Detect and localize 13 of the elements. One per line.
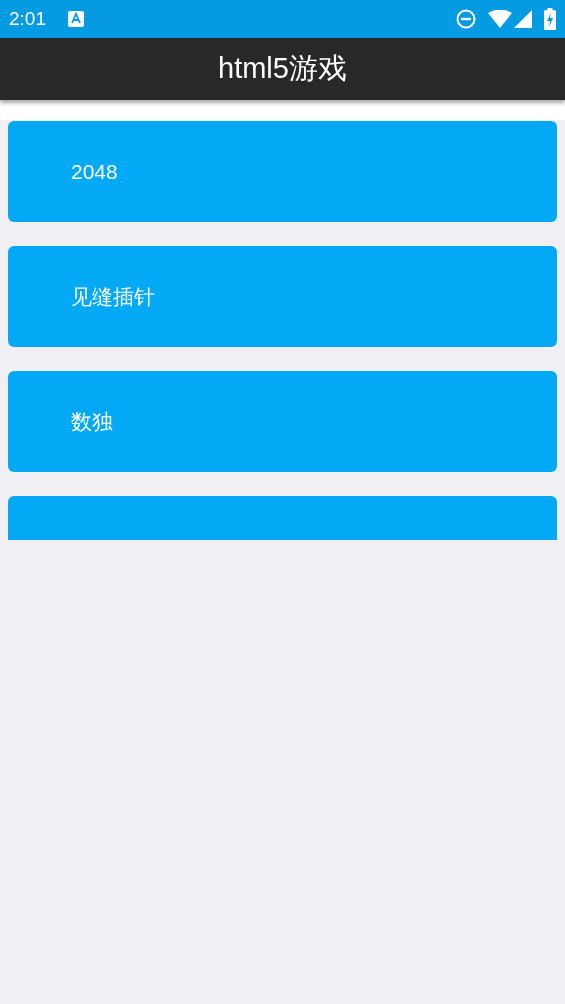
- game-title: 见缝插针: [71, 283, 155, 310]
- wifi-icon: [488, 10, 512, 28]
- notification-icon: [68, 11, 84, 27]
- do-not-disturb-icon: [456, 9, 476, 29]
- game-card[interactable]: 2048: [8, 121, 557, 222]
- app-title: html5游戏: [218, 51, 347, 87]
- game-card[interactable]: 数独: [8, 371, 557, 472]
- game-card[interactable]: 见缝插针: [8, 246, 557, 347]
- battery-icon: [544, 8, 556, 30]
- game-title: 2048: [71, 158, 118, 185]
- signal-icon: [514, 10, 532, 28]
- game-title: 数独: [71, 408, 113, 435]
- status-time: 2:01: [9, 6, 46, 31]
